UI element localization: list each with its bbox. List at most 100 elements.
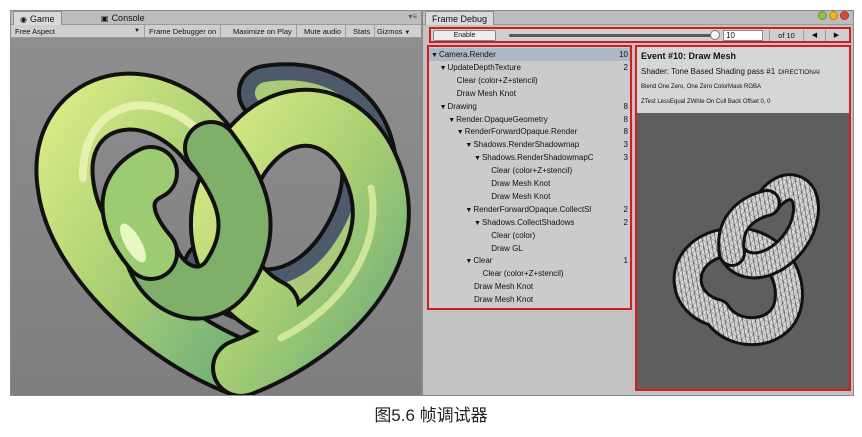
hierarchy-row[interactable]: ▼Shadows.RenderShadowmapC 3: [429, 151, 630, 164]
hierarchy-row-label: ▼Shadows.CollectShadows: [474, 216, 574, 229]
hierarchy-row[interactable]: Clear (color+Z+stencil): [429, 164, 630, 177]
hierarchy-row-text: Drawing: [447, 101, 477, 111]
zoom-window-icon[interactable]: [829, 11, 838, 20]
gizmos-dropdown[interactable]: Gizmos ▼: [373, 25, 414, 38]
hierarchy-row[interactable]: Draw Mesh Knot: [429, 177, 630, 190]
game-toolbar: Free Aspect ▼ Frame Debugger on Maximize…: [11, 25, 421, 38]
window-menu-icon[interactable]: ▾≡: [408, 12, 417, 21]
shader-keywords: DIRECTIONAl: [778, 69, 820, 76]
frame-debug-tabbar: Frame Debug: [423, 11, 853, 25]
hierarchy-row-count: 2: [623, 204, 628, 214]
expand-arrow-icon[interactable]: ▼: [440, 65, 447, 72]
hierarchy-row-label: Clear (color+Z+stencil): [483, 267, 564, 280]
frame-debug-window: Frame Debug Enable 10 of 10 ◀ ▶ ▼Camera.…: [422, 10, 854, 396]
aspect-dropdown[interactable]: Free Aspect ▼: [11, 25, 145, 38]
minimize-window-icon[interactable]: [818, 11, 827, 20]
expand-arrow-icon[interactable]: ▼: [440, 104, 447, 111]
event-slider[interactable]: [509, 30, 720, 40]
hierarchy-row-count: 2: [623, 217, 628, 227]
hierarchy-row-label: ▼RenderForwardOpaque.Render: [457, 125, 577, 138]
hierarchy-row-text: Draw GL: [491, 243, 523, 253]
frame-debug-toolbar: Enable 10 of 10 ◀ ▶: [429, 27, 851, 43]
expand-arrow-icon[interactable]: ▼: [465, 142, 472, 149]
enable-button[interactable]: Enable: [433, 30, 496, 41]
hierarchy-row-count: 8: [623, 114, 628, 124]
game-window: ◉ Game ▣ Console ▾≡ Free Aspect ▼ Frame De…: [10, 10, 422, 396]
expand-arrow-icon[interactable]: ▼: [465, 258, 472, 265]
close-window-icon[interactable]: [840, 11, 849, 20]
hierarchy-row-text: Draw Mesh Knot: [491, 179, 551, 188]
hierarchy-row[interactable]: ▼Drawing 8: [429, 100, 630, 113]
hierarchy-row[interactable]: Draw Mesh Knot: [429, 280, 630, 293]
hierarchy-row[interactable]: ▼Render.OpaqueGeometry 8: [429, 113, 630, 126]
hierarchy-row[interactable]: Clear (color+Z+stencil): [429, 267, 630, 280]
hierarchy-row[interactable]: ▼Clear 1: [429, 254, 630, 267]
hierarchy-row-count: 3: [623, 153, 628, 163]
hierarchy-row[interactable]: Draw GL: [429, 242, 630, 255]
hierarchy-row[interactable]: Draw Mesh Knot: [429, 293, 630, 306]
hierarchy-row[interactable]: Draw Mesh Knot: [429, 190, 630, 203]
frame-debugger-toggle[interactable]: Frame Debugger on: [145, 25, 222, 38]
expand-arrow-icon[interactable]: ▼: [465, 207, 472, 214]
hierarchy-row-count: 3: [623, 140, 628, 150]
hierarchy-row[interactable]: Clear (color): [429, 229, 630, 242]
tab-game[interactable]: ◉ Game: [13, 11, 62, 25]
hierarchy-row-label: Draw Mesh Knot: [491, 190, 550, 203]
hierarchy-row-text: Draw Mesh Knot: [456, 88, 516, 98]
hierarchy-row-text: Draw Mesh Knot: [474, 295, 534, 305]
depth-state: ZTest LessEqual ZWrite On Cull Back Offs…: [641, 99, 771, 105]
mute-audio-toggle[interactable]: Mute audio: [300, 25, 347, 38]
hierarchy-row-text: RenderForwardOpaque.CollectSl: [473, 204, 592, 214]
expand-arrow-icon[interactable]: ▼: [431, 52, 438, 59]
game-viewport[interactable]: [11, 38, 421, 395]
event-number-field[interactable]: 10: [723, 30, 763, 41]
hierarchy-row-text: UpdateDepthTexture: [447, 62, 521, 72]
hierarchy-row[interactable]: Clear (color+Z+stencil): [429, 74, 630, 87]
hierarchy-row[interactable]: Draw Mesh Knot: [429, 87, 630, 100]
tab-console-label: Console: [111, 13, 145, 23]
hierarchy-row-label: ▼Clear: [465, 254, 492, 267]
expand-arrow-icon[interactable]: ▼: [474, 155, 481, 162]
event-slider-thumb[interactable]: [710, 30, 720, 40]
arrow-right-icon: ▶: [833, 32, 840, 39]
arrow-left-icon: ◀: [811, 32, 818, 39]
tab-console[interactable]: ▣ Console: [95, 11, 151, 25]
hierarchy-row-text: Render.OpaqueGeometry: [456, 114, 548, 124]
shader-name: Shader: Tone Based Shading pass #1: [641, 67, 776, 76]
hierarchy-row[interactable]: ▼Camera.Render 10: [429, 48, 630, 61]
hierarchy-row-label: Draw Mesh Knot: [491, 177, 550, 190]
expand-arrow-icon[interactable]: ▼: [474, 220, 481, 227]
previous-event-button[interactable]: ◀: [803, 30, 825, 41]
hierarchy-row[interactable]: ▼RenderForwardOpaque.Render 8: [429, 125, 630, 138]
mesh-preview[interactable]: [637, 113, 849, 389]
wireframe-knot-preview: [637, 113, 849, 389]
hierarchy-row-label: ▼Shadows.RenderShadowmapC: [474, 151, 594, 164]
console-icon: ▣: [101, 14, 109, 23]
hierarchy-row-text: RenderForwardOpaque.Render: [464, 127, 578, 137]
hierarchy-row-text: Camera.Render: [438, 50, 496, 59]
stats-toggle[interactable]: Stats: [349, 25, 376, 38]
hierarchy-row-count: 2: [623, 62, 628, 72]
trefoil-knot-render: [11, 38, 421, 395]
event-total-label: of 10: [769, 30, 803, 41]
tab-frame-debug[interactable]: Frame Debug: [425, 11, 495, 25]
hierarchy-row-text: Clear (color): [491, 230, 536, 240]
hierarchy-row-text: Draw Mesh Knot: [474, 282, 534, 292]
blend-state: Blend One Zero, One Zero ColorMask RGBA: [641, 84, 762, 90]
maximize-on-play-toggle[interactable]: Maximize on Play: [229, 25, 297, 38]
next-event-button[interactable]: ▶: [825, 30, 847, 41]
hierarchy-row-label: Clear (color+Z+stencil): [491, 164, 572, 177]
expand-arrow-icon[interactable]: ▼: [457, 129, 464, 136]
hierarchy-row[interactable]: ▼RenderForwardOpaque.CollectSl 2: [429, 203, 630, 216]
hierarchy-row[interactable]: ▼UpdateDepthTexture 2: [429, 61, 630, 74]
hierarchy-row[interactable]: ▼Shadows.CollectShadows 2: [429, 216, 630, 229]
hierarchy-row-label: Draw Mesh Knot: [474, 280, 533, 293]
expand-arrow-icon[interactable]: ▼: [448, 117, 455, 124]
aspect-dropdown-label: Free Aspect: [15, 27, 56, 36]
chevron-down-icon: ▼: [404, 30, 411, 36]
figure-caption: 图5.6 帧调试器: [374, 406, 488, 425]
hierarchy-row-label: Draw GL: [491, 242, 523, 255]
hierarchy-row-count: 8: [623, 127, 628, 137]
hierarchy-row-text: Draw Mesh Knot: [491, 191, 551, 201]
hierarchy-row[interactable]: ▼Shadows.RenderShadowmap 3: [429, 138, 630, 151]
